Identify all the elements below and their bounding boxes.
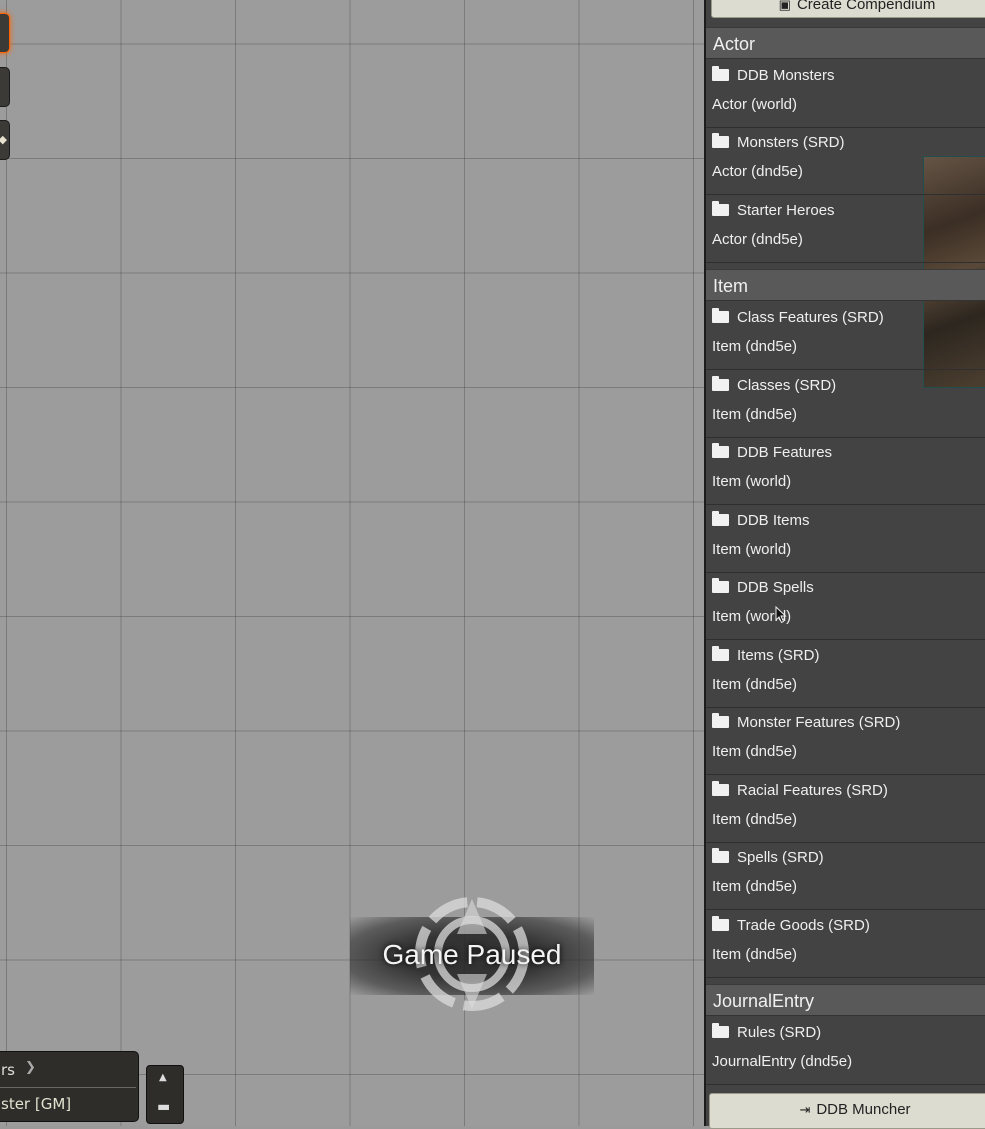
pack-type: Item (dnd5e) <box>712 811 798 828</box>
paused-label: Game Paused <box>382 939 562 970</box>
pack-type: Item (dnd5e) <box>712 676 798 693</box>
pack-name: Monsters (SRD) <box>737 134 845 151</box>
compendium-pack[interactable]: Trade Goods (SRD) Item (dnd5e) <box>706 911 985 978</box>
pack-name: Items (SRD) <box>737 647 820 664</box>
pack-name: Racial Features (SRD) <box>737 782 888 799</box>
hotbar-controls[interactable]: ▲ ▬ <box>146 1065 184 1124</box>
pack-name: DDB Features <box>737 444 833 461</box>
folder-icon <box>712 1023 729 1038</box>
compendium-pack[interactable]: DDB Spells Item (world) <box>706 573 985 640</box>
pack-name: Classes (SRD) <box>737 377 837 394</box>
compendium-sidebar: ▣ Create Compendium Actor DDB Monsters Ac… <box>704 0 985 1129</box>
compendium-pack[interactable]: DDB Features Item (world) <box>706 438 985 505</box>
player-name: ster [GM] <box>1 1095 72 1113</box>
compendium-pack[interactable]: DDB Monsters Actor (world) <box>706 61 985 128</box>
chevron-down-icon[interactable]: ❯ <box>25 1060 36 1075</box>
compendium-pack[interactable]: Monster Features (SRD) Item (dnd5e) <box>706 708 985 775</box>
compendium-pack[interactable]: Rules (SRD) JournalEntry (dnd5e) <box>706 1018 985 1085</box>
pack-type: Actor (dnd5e) <box>712 231 803 248</box>
pack-type: Actor (dnd5e) <box>712 163 803 180</box>
scene-control-tool[interactable]: ◆ <box>0 120 10 160</box>
compendium-pack[interactable]: Items (SRD) Item (dnd5e) <box>706 641 985 708</box>
folder-icon <box>712 578 729 593</box>
ddb-muncher-button[interactable]: ⇥ DDB Muncher <box>709 1093 985 1129</box>
game-paused-banner: Game Paused <box>350 897 594 1011</box>
compendium-pack[interactable]: Monsters (SRD) Actor (dnd5e) <box>706 128 985 195</box>
folder-icon <box>712 133 729 148</box>
folder-icon <box>712 646 729 661</box>
folder-icon <box>712 511 729 526</box>
pack-type: Item (dnd5e) <box>712 878 798 895</box>
folder-icon <box>712 916 729 931</box>
caret-up-icon[interactable]: ▲ <box>159 1072 167 1083</box>
divider <box>0 1087 136 1088</box>
pack-name: Trade Goods (SRD) <box>737 917 870 934</box>
folder-icon <box>712 713 729 728</box>
pack-type: Item (world) <box>712 541 792 558</box>
pack-type: Item (dnd5e) <box>712 743 798 760</box>
section-header-actor[interactable]: Actor <box>706 27 985 59</box>
folder-icon[interactable]: ▬ <box>157 1099 170 1115</box>
folder-icon <box>712 201 729 216</box>
compendium-pack[interactable]: DDB Items Item (world) <box>706 506 985 573</box>
compendium-pack[interactable]: Spells (SRD) Item (dnd5e) <box>706 843 985 910</box>
pack-name: DDB Spells <box>737 579 814 596</box>
pack-name: Class Features (SRD) <box>737 309 884 326</box>
players-list[interactable]: rs ❯ ster [GM] <box>0 1051 139 1122</box>
folder-icon <box>712 308 729 323</box>
pack-name: Monster Features (SRD) <box>737 714 901 731</box>
pack-name: DDB Monsters <box>737 67 835 84</box>
folder-icon <box>712 781 729 796</box>
create-compendium-button[interactable]: ▣ Create Compendium <box>711 0 985 18</box>
folder-icon <box>712 376 729 391</box>
pack-name: Rules (SRD) <box>737 1024 822 1041</box>
pack-type: Item (dnd5e) <box>712 406 798 423</box>
compendium-pack[interactable]: Starter Heroes Actor (dnd5e) <box>706 196 985 263</box>
section-header-item[interactable]: Item <box>706 269 985 301</box>
pack-type: JournalEntry (dnd5e) <box>712 1053 853 1070</box>
book-icon: ▣ <box>778 0 791 12</box>
tool-icon: ◆ <box>0 133 7 146</box>
folder-icon <box>712 443 729 458</box>
pack-type: Item (dnd5e) <box>712 338 798 355</box>
pack-type: Actor (world) <box>712 96 798 113</box>
compendium-pack[interactable]: Racial Features (SRD) Item (dnd5e) <box>706 776 985 843</box>
pack-name: Starter Heroes <box>737 202 835 219</box>
folder-icon <box>712 66 729 81</box>
compendium-pack[interactable]: Class Features (SRD) Item (dnd5e) <box>706 303 985 370</box>
players-header[interactable]: rs <box>1 1061 15 1079</box>
pack-type: Item (dnd5e) <box>712 946 798 963</box>
import-icon: ⇥ <box>799 1102 811 1117</box>
create-compendium-label: Create Compendium <box>796 0 936 13</box>
pack-name: DDB Items <box>737 512 810 529</box>
folder-icon <box>712 848 729 863</box>
pack-name: Spells (SRD) <box>737 849 824 866</box>
ddb-muncher-label: DDB Muncher <box>816 1101 911 1118</box>
mouse-cursor-icon <box>775 606 787 624</box>
pack-type: Item (world) <box>712 473 792 490</box>
scene-control-active[interactable] <box>0 13 10 53</box>
section-header-journalentry[interactable]: JournalEntry <box>706 984 985 1016</box>
compendium-pack[interactable]: Classes (SRD) Item (dnd5e) <box>706 371 985 438</box>
scene-control[interactable] <box>0 67 10 107</box>
